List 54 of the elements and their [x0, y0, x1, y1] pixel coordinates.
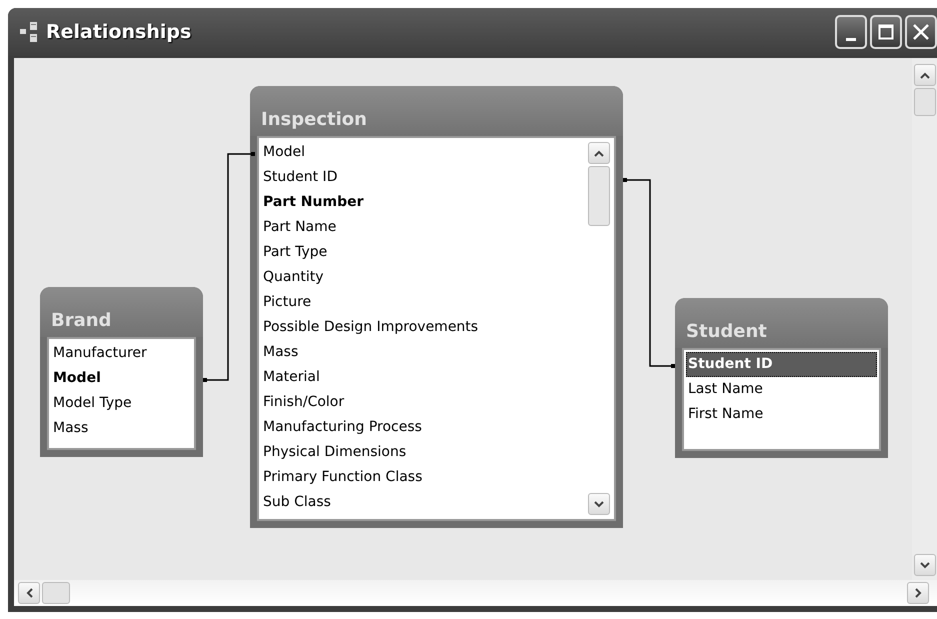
field-item[interactable]: Physical Dimensions [261, 440, 586, 465]
field-item[interactable]: Material [261, 365, 586, 390]
table-title: Brand [51, 310, 112, 331]
maximize-button[interactable] [870, 15, 902, 49]
field-item[interactable]: Mass [51, 416, 192, 441]
table-card[interactable]: Student Student ID Last Name First Name [675, 298, 888, 458]
field-item[interactable]: Student ID [261, 165, 586, 190]
chevron-up-icon [920, 72, 930, 78]
field-item[interactable]: First Name [686, 402, 877, 427]
field-item[interactable]: Student ID [686, 352, 877, 377]
scroll-down-button[interactable] [588, 493, 610, 515]
field-item[interactable]: Possible Design Improvements [261, 315, 586, 340]
minimize-icon [846, 38, 856, 40]
table-title: Student [686, 321, 767, 342]
field-item[interactable]: Manufacturing Process [261, 415, 586, 440]
chevron-up-icon [594, 150, 604, 156]
field-item[interactable]: Quantity [261, 265, 586, 290]
close-button[interactable] [905, 15, 937, 49]
chevron-down-icon [594, 500, 604, 508]
window-title: Relationships [46, 21, 192, 43]
vertical-scrollbar[interactable] [912, 58, 937, 580]
table-title: Inspection [261, 109, 367, 130]
scroll-thumb[interactable] [914, 88, 936, 116]
field-item[interactable]: Model [51, 366, 192, 391]
field-item[interactable]: Model Type [51, 391, 192, 416]
chevron-right-icon [914, 588, 922, 598]
field-item[interactable]: Manufacturer [51, 341, 192, 366]
tables-icon [20, 21, 38, 43]
chevron-left-icon [26, 588, 32, 598]
horizontal-scrollbar[interactable] [14, 580, 937, 606]
minimize-button[interactable] [835, 15, 867, 49]
scroll-up-button[interactable] [914, 64, 936, 86]
field-item[interactable]: Picture [261, 290, 586, 315]
field-item[interactable]: Finish/Color [261, 390, 586, 415]
field-item[interactable]: Mass [261, 340, 586, 365]
scroll-thumb[interactable] [588, 166, 610, 226]
chevron-down-icon [920, 562, 930, 568]
table-card[interactable]: Brand Manufacturer Model Model Type Mass [40, 287, 203, 457]
scroll-left-button[interactable] [18, 582, 40, 604]
scroll-up-button[interactable] [588, 142, 610, 164]
field-item[interactable]: Primary Function Class [261, 465, 586, 490]
list-scrollbar[interactable] [586, 140, 612, 517]
field-item[interactable]: Part Type [261, 240, 586, 265]
maximize-icon [878, 24, 894, 40]
scroll-right-button[interactable] [907, 582, 929, 604]
field-item[interactable]: Model [261, 140, 586, 165]
scroll-thumb[interactable] [42, 582, 70, 604]
table-card[interactable] [250, 86, 623, 528]
field-item[interactable]: Part Name [261, 215, 586, 240]
field-item[interactable]: Sub Class [261, 490, 586, 515]
close-icon [912, 23, 930, 41]
field-item[interactable]: Last Name [686, 377, 877, 402]
scroll-down-button[interactable] [914, 554, 936, 576]
field-item[interactable]: Part Number [261, 190, 586, 215]
